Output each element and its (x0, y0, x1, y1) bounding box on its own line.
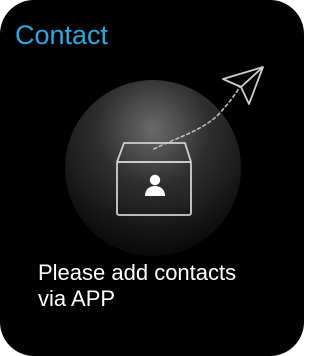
glow-circle (65, 80, 241, 256)
paper-plane-icon (222, 66, 264, 105)
empty-state-message: Please add contacts via APP (38, 260, 288, 312)
watch-screen: Contact Please add contacts via APP (0, 0, 304, 356)
message-line-2: via APP (38, 286, 116, 311)
message-line-1: Please add contacts (38, 260, 237, 285)
